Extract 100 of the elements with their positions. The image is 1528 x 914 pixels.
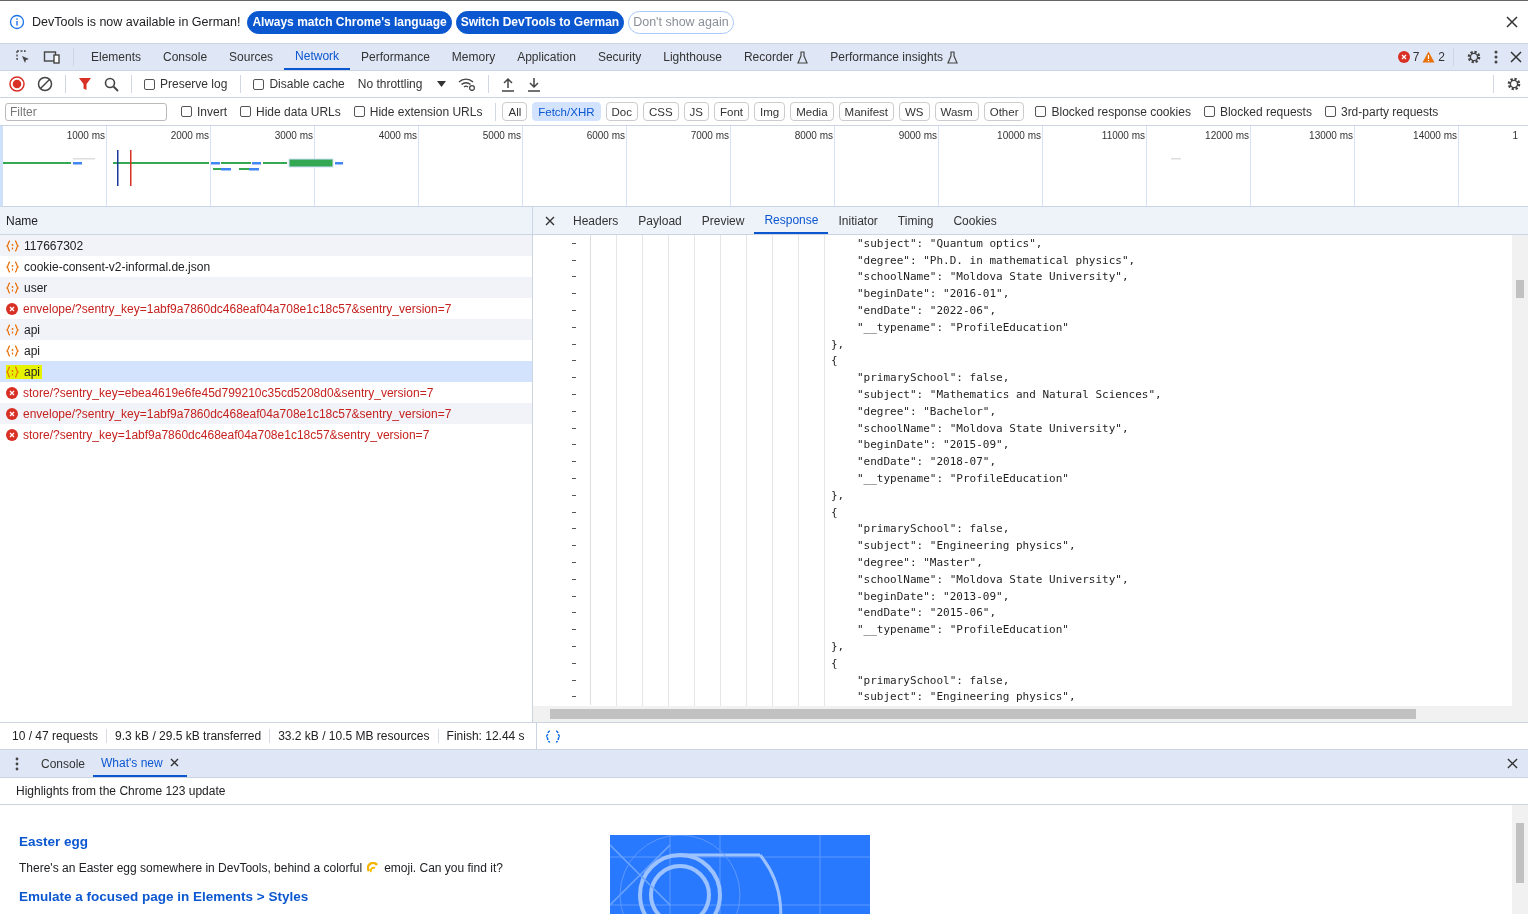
- upload-icon[interactable]: [501, 76, 516, 92]
- type-filter-button[interactable]: WS: [899, 102, 930, 121]
- disable-cache-checkbox[interactable]: Disable cache: [253, 77, 345, 91]
- fold-marker-icon[interactable]: [572, 461, 576, 463]
- settings-icon[interactable]: [1506, 76, 1522, 92]
- fold-marker-icon[interactable]: [572, 394, 576, 396]
- request-row[interactable]: user: [0, 277, 532, 298]
- filter-checkbox[interactable]: Blocked requests: [1203, 104, 1312, 119]
- fold-marker-icon[interactable]: [572, 326, 576, 328]
- filter-field[interactable]: Filter: [5, 102, 167, 121]
- fold-marker-icon[interactable]: [572, 662, 576, 664]
- network-conditions-icon[interactable]: [458, 77, 477, 91]
- fold-marker-icon[interactable]: [572, 511, 576, 513]
- request-row[interactable]: envelope/?sentry_key=1abf9a7860dc468eaf04a708e1c18c57&sentry_version=7: [0, 403, 532, 424]
- action-button[interactable]: Always match Chrome's language: [247, 10, 452, 34]
- panel-tab[interactable]: Elements: [80, 44, 153, 70]
- panel-tab[interactable]: Application: [506, 44, 587, 70]
- close-icon[interactable]: [169, 758, 179, 767]
- filter-checkbox[interactable]: Hide data URLs: [240, 104, 341, 119]
- fold-marker-icon[interactable]: [572, 259, 576, 261]
- filter-checkbox[interactable]: Blocked response cookies: [1035, 104, 1191, 119]
- request-row[interactable]: api: [0, 319, 532, 340]
- fold-marker-icon[interactable]: [572, 276, 576, 278]
- fold-marker-icon[interactable]: [572, 377, 576, 379]
- throttling-dropdown[interactable]: No throttling: [357, 77, 447, 91]
- detail-tab[interactable]: Initiator: [828, 207, 888, 234]
- search-icon[interactable]: [104, 76, 119, 92]
- type-filter-button[interactable]: Img: [754, 102, 786, 121]
- detail-tab[interactable]: Payload: [628, 207, 692, 234]
- fold-marker-icon[interactable]: [572, 545, 576, 547]
- clear-icon[interactable]: [37, 76, 53, 92]
- fold-marker-icon[interactable]: [572, 360, 576, 362]
- fold-marker-icon[interactable]: [572, 343, 576, 345]
- close-icon[interactable]: [1510, 51, 1522, 63]
- panel-tab[interactable]: Sources: [218, 44, 285, 70]
- close-icon[interactable]: [545, 215, 555, 226]
- scrollbar[interactable]: [1512, 805, 1528, 914]
- panel-tab[interactable]: Memory: [440, 44, 507, 70]
- panel-tab[interactable]: Performance: [350, 44, 441, 70]
- detail-tab[interactable]: Response: [754, 207, 829, 234]
- type-filter-button[interactable]: Other: [983, 102, 1025, 121]
- feature-heading[interactable]: Easter egg: [19, 834, 610, 849]
- fold-marker-icon[interactable]: [572, 494, 576, 496]
- filter-checkbox[interactable]: Invert: [181, 104, 227, 119]
- type-filter-button[interactable]: Media: [790, 102, 834, 121]
- panel-tab[interactable]: Console: [152, 44, 219, 70]
- fold-marker-icon[interactable]: [572, 478, 576, 480]
- more-icon[interactable]: [1494, 50, 1498, 64]
- type-filter-button[interactable]: Manifest: [838, 102, 894, 121]
- pretty-print-icon[interactable]: [544, 729, 562, 743]
- filter-icon[interactable]: [78, 77, 92, 91]
- close-icon[interactable]: [1506, 16, 1518, 28]
- detail-tab[interactable]: Cookies: [943, 207, 1007, 234]
- panel-tab[interactable]: Lighthouse: [652, 44, 733, 70]
- fold-marker-icon[interactable]: [572, 612, 576, 614]
- filter-checkbox[interactable]: 3rd-party requests: [1324, 104, 1439, 119]
- device-toggle-icon[interactable]: [43, 49, 61, 65]
- type-filter-button[interactable]: JS: [683, 102, 710, 121]
- request-row[interactable]: api: [0, 361, 532, 382]
- type-filter-button[interactable]: CSS: [642, 102, 679, 121]
- fold-marker-icon[interactable]: [572, 646, 576, 647]
- panel-tab[interactable]: Performance insights: [819, 44, 970, 70]
- feature-heading[interactable]: Emulate a focused page in Elements > Styles: [19, 889, 610, 904]
- column-header[interactable]: Name: [6, 213, 38, 228]
- fold-marker-icon[interactable]: [572, 242, 576, 244]
- fold-marker-icon[interactable]: [572, 427, 576, 429]
- panel-tab[interactable]: Recorder: [732, 44, 820, 70]
- scrollbar[interactable]: [533, 706, 1528, 722]
- scrollbar[interactable]: [1512, 235, 1528, 706]
- fold-marker-icon[interactable]: [572, 310, 576, 312]
- fold-marker-icon[interactable]: [572, 410, 576, 412]
- type-filter-button[interactable]: All: [502, 102, 528, 121]
- type-filter-button[interactable]: Font: [714, 102, 750, 121]
- drawer-tab[interactable]: What's new: [93, 750, 187, 777]
- settings-icon[interactable]: [1466, 49, 1482, 65]
- type-filter-button[interactable]: Fetch/XHR: [532, 102, 601, 121]
- close-icon[interactable]: [1507, 758, 1518, 769]
- fold-marker-icon[interactable]: [572, 629, 576, 631]
- action-button[interactable]: Switch DevTools to German: [455, 10, 625, 34]
- stop-recording-icon[interactable]: [9, 76, 25, 92]
- detail-tab[interactable]: Preview: [691, 207, 755, 234]
- fold-marker-icon[interactable]: [572, 528, 576, 530]
- detail-tab[interactable]: Timing: [887, 207, 944, 234]
- fold-marker-icon[interactable]: [572, 679, 576, 681]
- fold-marker-icon[interactable]: [572, 293, 576, 295]
- type-filter-button[interactable]: Doc: [605, 102, 638, 121]
- inspect-icon[interactable]: [15, 49, 31, 65]
- fold-marker-icon[interactable]: [572, 696, 576, 698]
- request-row[interactable]: 117667302: [0, 235, 532, 256]
- more-icon[interactable]: [15, 756, 19, 771]
- panel-tab[interactable]: Security: [586, 44, 653, 70]
- fold-marker-icon[interactable]: [572, 562, 576, 564]
- issues-counter[interactable]: 7 2: [1397, 50, 1445, 64]
- preserve-log-checkbox[interactable]: Preserve log: [144, 77, 228, 91]
- download-icon[interactable]: [527, 76, 542, 92]
- filter-checkbox[interactable]: Hide extension URLs: [353, 104, 483, 119]
- fold-marker-icon[interactable]: [572, 578, 576, 580]
- type-filter-button[interactable]: Wasm: [934, 102, 979, 121]
- drawer-tab[interactable]: Console: [33, 750, 94, 777]
- detail-tab[interactable]: Headers: [563, 207, 629, 234]
